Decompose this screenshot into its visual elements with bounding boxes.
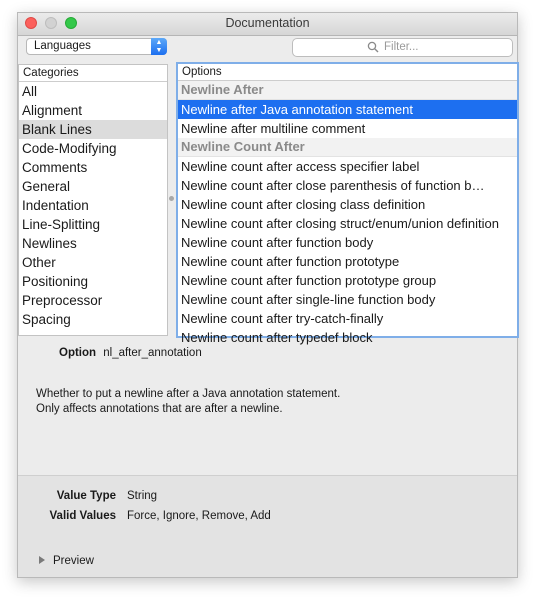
title-bar: Documentation	[18, 13, 517, 36]
language-select[interactable]: Languages ▲ ▼	[26, 38, 167, 55]
category-item[interactable]: General	[19, 177, 167, 196]
option-label: Option	[59, 347, 97, 359]
category-item[interactable]: Alignment	[19, 101, 167, 120]
categories-items: All Alignment Blank Lines Code-Modifying Com…	[19, 82, 167, 329]
category-item[interactable]: Line-Splitting	[19, 215, 167, 234]
language-select-value: Languages	[34, 40, 91, 52]
option-item[interactable]: Newline count after closing class defini…	[178, 195, 517, 214]
option-name: nl_after_annotation	[103, 347, 202, 359]
category-item[interactable]: Blank Lines	[19, 120, 167, 139]
filter-input[interactable]: Filter...	[292, 38, 513, 57]
options-header: Options	[178, 64, 517, 81]
option-item[interactable]: Newline count after typedef block	[178, 328, 517, 347]
option-item[interactable]: Newline count after close parenthesis of…	[178, 176, 517, 195]
preview-label: Preview	[53, 555, 94, 567]
options-list[interactable]: Options Newline After Newline after Java …	[176, 62, 519, 345]
option-item[interactable]: Newline after Java annotation statement	[178, 100, 517, 119]
chevron-updown-icon: ▲ ▼	[151, 38, 167, 55]
option-item[interactable]: Newline count after try-catch-finally	[178, 309, 517, 328]
categories-list[interactable]: Categories All Alignment Blank Lines Code-M…	[18, 64, 168, 336]
category-item[interactable]: Code-Modifying	[19, 139, 167, 158]
category-item[interactable]: All	[19, 82, 167, 101]
option-item[interactable]: Newline count after closing struct/enum/…	[178, 214, 517, 233]
option-item[interactable]: Newline count after function prototype	[178, 252, 517, 271]
option-group-header: Newline Count After	[178, 138, 517, 157]
category-item[interactable]: Other	[19, 253, 167, 272]
categories-header: Categories	[19, 65, 167, 82]
category-item[interactable]: Newlines	[19, 234, 167, 253]
valid-values-label: Valid Values	[49, 510, 116, 522]
split-view-handle[interactable]	[169, 196, 174, 201]
disclosure-triangle-icon	[39, 555, 45, 564]
option-group-header: Newline After	[178, 81, 517, 100]
category-item[interactable]: Comments	[19, 158, 167, 177]
option-item[interactable]: Newline count after function prototype g…	[178, 271, 517, 290]
preview-disclosure[interactable]: Preview	[39, 555, 94, 567]
options-items: Newline After Newline after Java annotati…	[178, 81, 517, 347]
window-title: Documentation	[225, 16, 310, 30]
value-type-value: String	[127, 490, 158, 502]
option-item[interactable]: Newline count after single-line function…	[178, 290, 517, 309]
value-info-panel: Value Type String Valid Values Force, Ig…	[18, 475, 517, 577]
documentation-window: Documentation Languages ▲ ▼ Filter... Cat…	[17, 12, 519, 578]
option-item[interactable]: Newline count after function body	[178, 233, 517, 252]
filter-placeholder: Filter...	[384, 41, 419, 53]
valid-values-value: Force, Ignore, Remove, Add	[127, 510, 271, 522]
option-description: Whether to put a newline after a Java an…	[36, 387, 340, 417]
option-item[interactable]: Newline count after access specifier lab…	[178, 157, 517, 176]
category-item[interactable]: Spacing	[19, 310, 167, 329]
description-line: Only affects annotations that are after …	[36, 403, 283, 415]
value-type-label: Value Type	[56, 490, 116, 502]
description-line: Whether to put a newline after a Java an…	[36, 388, 341, 400]
option-item[interactable]: Newline after multiline comment	[178, 119, 517, 138]
search-icon	[367, 41, 379, 53]
option-row: Option nl_after_annotation	[59, 347, 202, 359]
category-item[interactable]: Indentation	[19, 196, 167, 215]
category-item[interactable]: Preprocessor	[19, 291, 167, 310]
category-item[interactable]: Positioning	[19, 272, 167, 291]
